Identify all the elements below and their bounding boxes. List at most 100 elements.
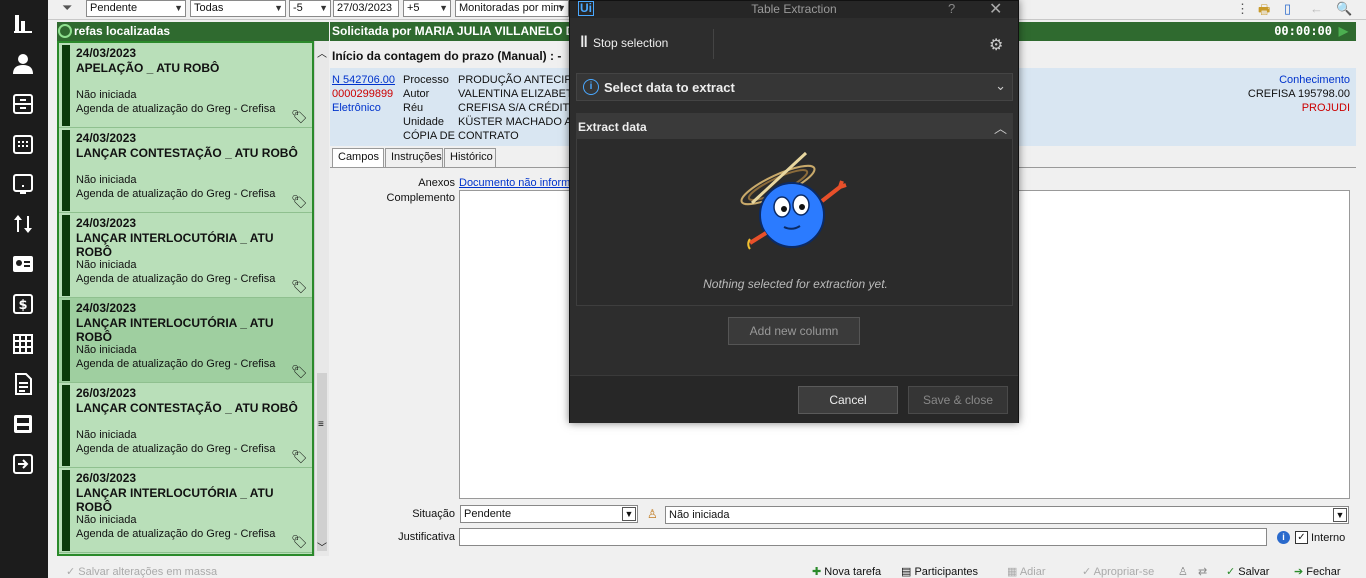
sign-in-icon[interactable] — [10, 451, 36, 477]
tasks-panel-title: refas localizadas — [74, 24, 171, 38]
nova-tarefa-button[interactable]: ✚ Nova tarefa — [812, 565, 881, 578]
tag-icon[interactable]: 🏷 — [291, 364, 308, 380]
play-icon[interactable]: ▶ — [1339, 22, 1348, 41]
interno-checkbox[interactable]: ✓ — [1295, 531, 1308, 544]
info-icon: i — [583, 79, 599, 95]
contact-card-icon[interactable] — [10, 251, 36, 277]
salvar-button[interactable]: ✓ Salvar — [1226, 565, 1269, 578]
document-icon[interactable] — [10, 371, 36, 397]
monitor-icon[interactable] — [10, 171, 36, 197]
tasks-list: 24/03/2023 APELAÇÃO _ ATU ROBÔ Não iniciad… — [57, 41, 314, 556]
save-close-button[interactable]: Save & close — [908, 386, 1008, 414]
task-agenda: Agenda de atualização do Greg - Crefisa — [76, 103, 276, 115]
toolbar-divider — [713, 29, 714, 59]
archive-icon[interactable] — [10, 91, 36, 117]
fechar-label: Fechar — [1306, 566, 1341, 578]
more-vertical-icon[interactable]: ⋮ — [1236, 1, 1249, 17]
task-list-item[interactable]: 24/03/2023 LANÇAR CONTESTAÇÃO _ ATU ROBÔ N… — [59, 128, 312, 213]
task-status: Não iniciada — [76, 259, 137, 271]
status-filter-select[interactable]: Pendente ▼ — [86, 0, 186, 17]
task-status: Não iniciada — [76, 429, 137, 441]
calendar-icon[interactable] — [10, 131, 36, 157]
task-list-item[interactable]: 24/03/2023 LANÇAR INTERLOCUTÓRIA _ ATU RO… — [59, 213, 312, 298]
tag-icon[interactable]: 🏷 — [291, 534, 308, 550]
status-select[interactable]: Não iniciada ▼ — [665, 506, 1349, 524]
unidade-value: KÜSTER MACHADO ADV — [458, 116, 587, 128]
file-icon[interactable]: ▯ — [1284, 1, 1291, 17]
filter-icon[interactable]: ⏷ — [62, 0, 72, 16]
chevron-down-icon: ▼ — [174, 3, 183, 13]
check-icon: ✓ — [66, 566, 79, 578]
print-icon[interactable]: 🖶 — [1258, 1, 1270, 23]
offset-filter-select[interactable]: -5 ▼ — [289, 0, 331, 17]
scroll-thumb[interactable] — [317, 373, 327, 551]
monitor-filter-select[interactable]: Monitoradas por mim ▼ — [455, 0, 569, 17]
red-number: 0000299899 — [332, 88, 394, 100]
info-icon[interactable]: i — [1277, 531, 1290, 544]
task-title: LANÇAR INTERLOCUTÓRIA _ ATU ROBÔ — [76, 486, 274, 514]
user-icon[interactable] — [10, 51, 36, 77]
add-new-column-button[interactable]: Add new column — [728, 317, 860, 345]
extract-data-header[interactable]: Extract data ︿ — [576, 113, 1013, 139]
fechar-button[interactable]: ➔ Fechar — [1294, 565, 1341, 578]
task-list-item[interactable]: 26/03/2023 LANÇAR CONTESTAÇÃO _ ATU ROBÔ N… — [59, 383, 312, 468]
chevron-up-icon[interactable]: ︿ — [994, 118, 1007, 137]
tab-instrucoes[interactable]: Instruções — [385, 148, 443, 167]
tasks-scrollbar[interactable]: ︿ ≡ ﹀ — [314, 41, 329, 556]
back-arrow-icon[interactable]: ← — [1310, 1, 1323, 16]
task-list-item[interactable]: 24/03/2023 APELAÇÃO _ ATU ROBÔ Não iniciad… — [59, 43, 312, 128]
table-icon[interactable] — [10, 331, 36, 357]
situacao-select[interactable]: Pendente ▼ — [460, 505, 638, 523]
help-button[interactable]: ? — [948, 1, 955, 16]
participants-icon: ▤ — [901, 566, 915, 578]
complemento-label: Complemento — [386, 192, 455, 204]
tab-historico[interactable]: Histórico — [444, 148, 496, 167]
anexos-label: Anexos — [418, 177, 455, 189]
person-small-icon[interactable]: ♙ — [1178, 565, 1188, 578]
salvar-massa-label: Salvar alterações em massa — [78, 566, 218, 578]
scope-filter-select[interactable]: Todas ▼ — [190, 0, 286, 17]
cancel-button[interactable]: Cancel — [798, 386, 898, 414]
task-title: LANÇAR CONTESTAÇÃO _ ATU ROBÔ — [76, 146, 298, 160]
chart-icon[interactable] — [10, 10, 36, 36]
extract-data-body: Nothing selected for extraction yet. — [576, 139, 1013, 306]
scroll-down-icon[interactable]: ﹀ — [317, 539, 327, 554]
apropriar-button[interactable]: ✓ Apropriar-se — [1082, 565, 1154, 578]
svg-text:$: $ — [18, 298, 27, 313]
date-filter-input[interactable]: 27/03/2023 — [333, 0, 399, 17]
unidade-label: Unidade — [403, 116, 444, 128]
plus-filter-select[interactable]: +5 ▼ — [403, 0, 451, 17]
process-number-link[interactable]: N 542706.00 — [332, 74, 395, 86]
task-list-item[interactable]: 26/03/2023 LANÇAR INTERLOCUTÓRIA _ ATU RO… — [59, 468, 312, 553]
check-icon: ✓ — [1082, 566, 1094, 578]
money-icon[interactable]: $ — [10, 291, 36, 317]
chevron-down-icon[interactable]: ⌄ — [995, 78, 1006, 94]
transfer-icon[interactable]: ⇄ — [1198, 565, 1207, 578]
sort-icon[interactable] — [10, 211, 36, 237]
chevron-down-icon: ▼ — [319, 3, 328, 13]
tab-campos[interactable]: Campos — [332, 148, 384, 167]
adiar-button[interactable]: ▦ Adiar — [1007, 565, 1046, 578]
reu-value: CREFISA S/A CRÉDITO — [458, 102, 578, 114]
inbox-icon[interactable] — [10, 411, 36, 437]
chevron-down-icon: ▼ — [622, 507, 636, 521]
stop-selection-button[interactable]: ‖ Stop selection — [580, 34, 668, 52]
task-list-item[interactable]: 24/03/2023 LANÇAR INTERLOCUTÓRIA _ ATU RO… — [59, 298, 312, 383]
tag-icon[interactable]: 🏷 — [291, 194, 308, 210]
participantes-button[interactable]: ▤ Participantes — [901, 565, 978, 578]
justificativa-input[interactable] — [459, 528, 1267, 546]
close-button[interactable]: ✕ — [989, 0, 1002, 19]
tag-icon[interactable]: 🏷 — [291, 109, 308, 125]
situacao-label: Situação — [412, 508, 455, 520]
gear-icon[interactable]: ⚙ — [989, 35, 1003, 55]
select-data-section[interactable]: i Select data to extract ⌄ — [576, 73, 1013, 101]
tag-icon[interactable]: 🏷 — [291, 279, 308, 295]
search-icon[interactable]: 🔍 — [1336, 1, 1352, 17]
anexos-link[interactable]: Documento não informa — [459, 177, 576, 189]
nova-tarefa-label: Nova tarefa — [824, 566, 882, 578]
scroll-up-icon[interactable]: ︿ — [317, 45, 327, 60]
salvar-massa-button[interactable]: ✓ Salvar alterações em massa — [66, 565, 217, 578]
tag-icon[interactable]: 🏷 — [291, 449, 308, 465]
participantes-label: Participantes — [914, 566, 979, 578]
task-status: Não iniciada — [76, 89, 137, 101]
